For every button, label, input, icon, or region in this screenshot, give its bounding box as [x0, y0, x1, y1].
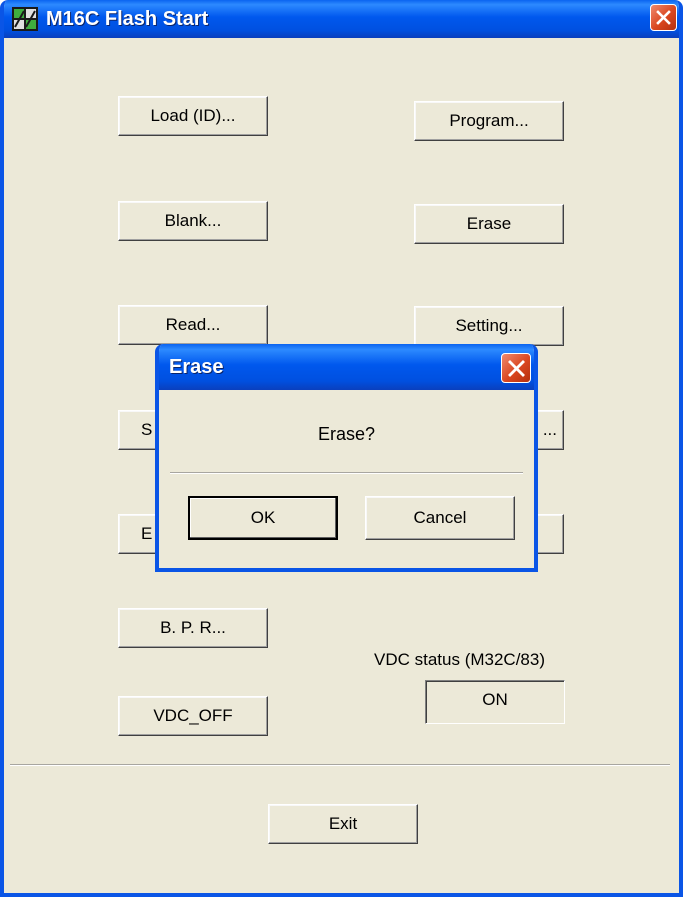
dialog-close-button[interactable]	[501, 353, 531, 383]
vdc-status-value: ON	[425, 680, 565, 724]
exit-button[interactable]: Exit	[268, 804, 418, 844]
window-title: M16C Flash Start	[46, 8, 209, 30]
main-divider	[10, 764, 670, 766]
erase-button[interactable]: Erase	[414, 204, 564, 244]
vdc-status-label: VDC status (M32C/83)	[374, 650, 545, 669]
main-titlebar[interactable]: M16C Flash Start	[4, 0, 679, 38]
dialog-divider	[170, 472, 523, 474]
close-icon	[508, 360, 525, 377]
dialog-titlebar[interactable]: Erase	[159, 344, 534, 390]
app-icon	[12, 7, 38, 31]
dialog-title: Erase	[169, 356, 224, 378]
program-button[interactable]: Program...	[414, 101, 564, 141]
blank-button[interactable]: Blank...	[118, 201, 268, 241]
bpr-button[interactable]: B. P. R...	[118, 608, 268, 648]
load-id-button[interactable]: Load (ID)...	[118, 96, 268, 136]
erase-dialog: Erase Erase? OK Cancel	[155, 344, 538, 572]
dialog-message: Erase?	[317, 424, 376, 444]
vdc-off-button[interactable]: VDC_OFF	[118, 696, 268, 736]
close-icon	[656, 10, 671, 25]
main-close-button[interactable]	[650, 4, 677, 31]
ok-button[interactable]: OK	[188, 496, 338, 540]
cancel-button[interactable]: Cancel	[365, 496, 515, 540]
read-button[interactable]: Read...	[118, 305, 268, 345]
setting-button[interactable]: Setting...	[414, 306, 564, 346]
